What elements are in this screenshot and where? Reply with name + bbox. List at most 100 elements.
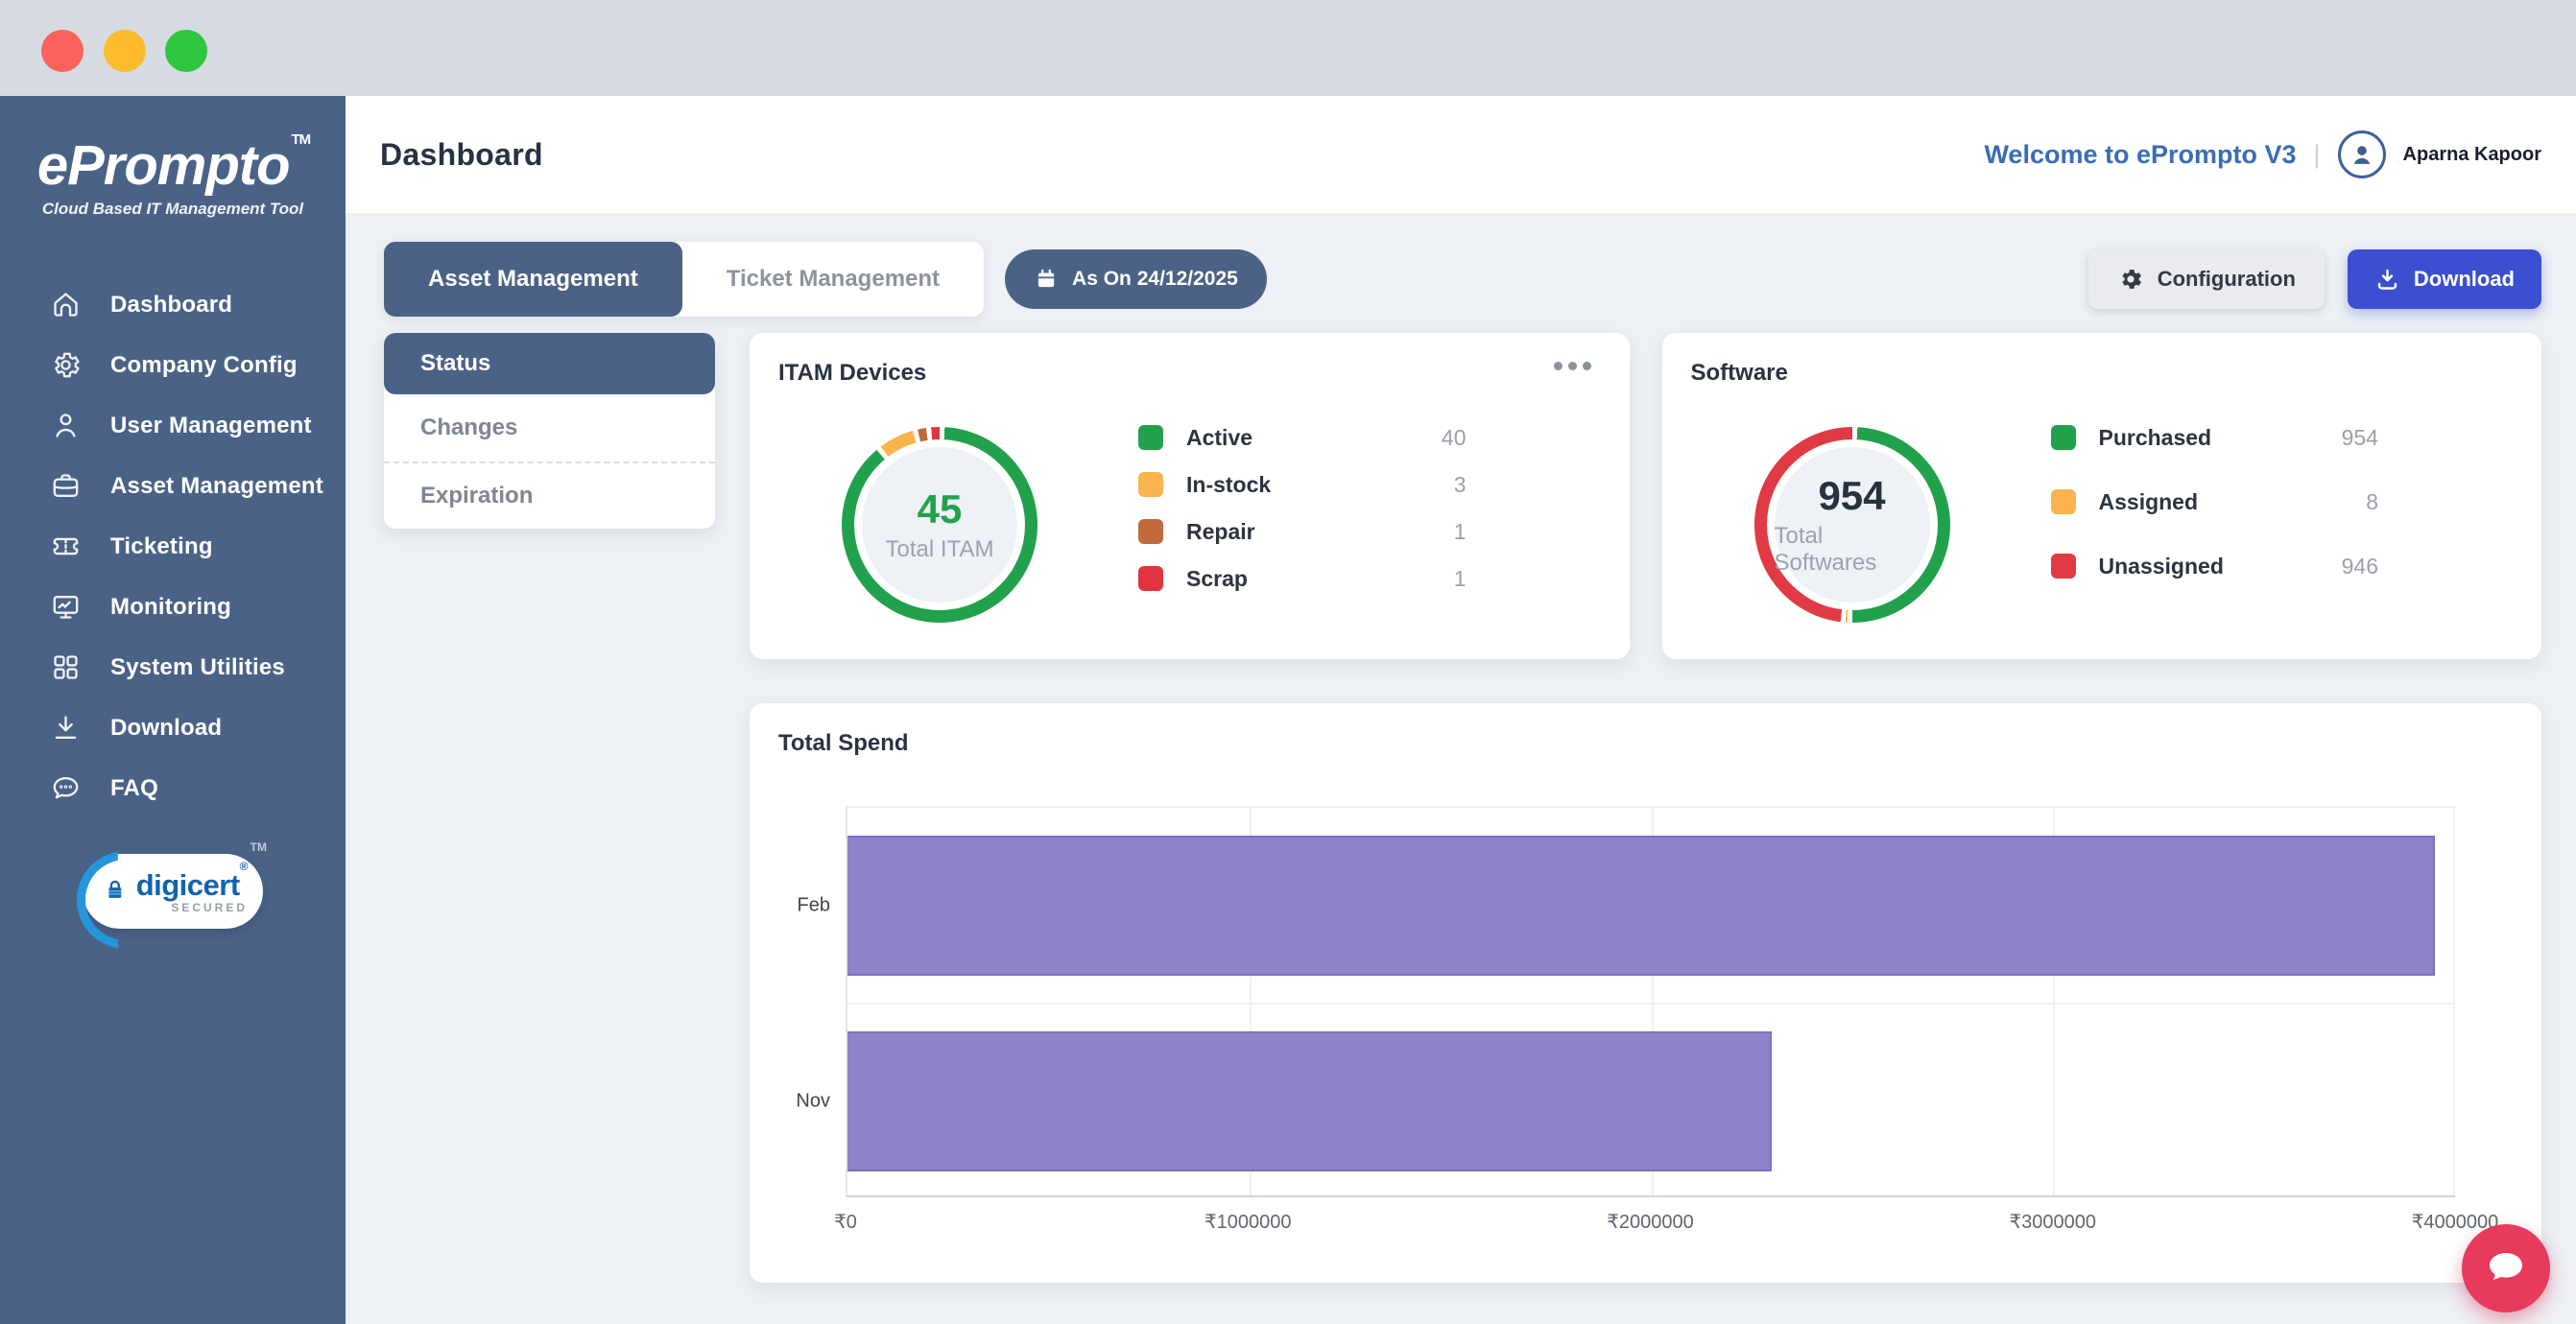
sidebar-item-label: User Management [110, 413, 312, 439]
legend-row: Repair 1 [1138, 519, 1467, 544]
total-spend-card: Total Spend Feb No [750, 703, 2541, 1283]
sidebar-item-label: Dashboard [110, 292, 232, 319]
legend-label: Assigned [2099, 489, 2199, 515]
sidebar-item-label: Asset Management [110, 473, 323, 500]
software-total-value: 954 [1818, 473, 1885, 519]
chat-fab-button[interactable] [2462, 1224, 2550, 1312]
sidebar-item-monitoring[interactable]: Monitoring [0, 577, 346, 637]
page-title: Dashboard [380, 137, 543, 173]
configuration-button[interactable]: Configuration [2088, 249, 2325, 309]
legend-value: 1 [1454, 566, 1467, 592]
subtab-changes[interactable]: Changes [384, 394, 715, 461]
digicert-text: digicert® SECURED [136, 870, 248, 913]
chat-bubble-icon [2483, 1245, 2529, 1291]
chat-icon [50, 772, 82, 804]
sidebar-nav: Dashboard Company Config User Management… [0, 274, 346, 818]
dashboard-grid: Status Changes Expiration ITAM Devices [384, 333, 2541, 1283]
monitor-icon [50, 591, 82, 623]
briefcase-icon [50, 470, 82, 502]
software-legend: Purchased 954 Assigned 8 [2051, 425, 2379, 579]
brand-tagline: Cloud Based IT Management Tool [0, 200, 346, 219]
sidebar-item-user-management[interactable]: User Management [0, 395, 346, 456]
header-right: Welcome to ePrompto V3 | Aparna Kapoor [1984, 130, 2541, 178]
legend-swatch-scrap [1138, 566, 1163, 591]
legend-value: 3 [1454, 472, 1467, 498]
subtab-status[interactable]: Status [384, 333, 715, 394]
page-header: Dashboard Welcome to ePrompto V3 | Aparn… [346, 96, 2576, 213]
sidebar-item-label: Monitoring [110, 594, 231, 621]
configuration-label: Configuration [2158, 267, 2296, 292]
card-title: Software [1691, 360, 1788, 387]
legend-value: 40 [1442, 425, 1467, 451]
bar-feb [847, 836, 2435, 976]
itam-total-label: Total ITAM [886, 536, 994, 563]
sidebar-item-ticketing[interactable]: Ticketing [0, 516, 346, 577]
software-donut-chart: 954 Total Softwares [1754, 427, 1950, 623]
grid-icon [50, 651, 82, 683]
user-icon [50, 410, 82, 441]
main-area: Dashboard Welcome to ePrompto V3 | Aparn… [346, 96, 2576, 1324]
digicert-trademark: TM [250, 840, 267, 854]
download-label: Download [2414, 267, 2515, 292]
tab-ticket-management[interactable]: Ticket Management [682, 242, 984, 317]
sidebar-item-label: Company Config [110, 352, 298, 379]
subtab-expiration[interactable]: Expiration [384, 461, 715, 529]
sidebar-item-dashboard[interactable]: Dashboard [0, 274, 346, 335]
legend-value: 8 [2366, 489, 2378, 515]
x-axis-labels: ₹0 ₹1000000 ₹2000000 ₹3000000 ₹4000000 [846, 1210, 2455, 1239]
itam-donut-center: 45 Total ITAM [862, 447, 1017, 603]
sidebar-item-label: Download [110, 715, 222, 742]
toolbar: Asset Management Ticket Management As On… [384, 242, 2541, 317]
minimize-button[interactable] [104, 30, 146, 72]
x-tick-label: ₹2000000 [1607, 1210, 1694, 1234]
card-title: Total Spend [778, 730, 909, 757]
home-icon [50, 289, 82, 320]
legend-label: Repair [1186, 519, 1255, 545]
header-separator: | [2314, 140, 2321, 170]
sidebar-item-download[interactable]: Download [0, 697, 346, 758]
download-icon [2374, 267, 2400, 293]
legend-swatch-repair [1138, 519, 1163, 544]
download-button[interactable]: Download [2348, 249, 2541, 309]
software-donut-center: 954 Total Softwares [1775, 447, 1930, 603]
total-spend-chart: Feb Nov [846, 806, 2455, 1197]
legend-value: 1 [1454, 519, 1467, 545]
x-tick-label: ₹1000000 [1205, 1210, 1292, 1234]
legend-row: Purchased 954 [2051, 425, 2379, 450]
legend-label: Scrap [1186, 566, 1248, 592]
window-titlebar [0, 0, 2576, 96]
bar-nov [847, 1031, 1772, 1171]
user-avatar[interactable] [2338, 130, 2386, 178]
maximize-button[interactable] [165, 30, 207, 72]
sidebar-item-label: System Utilities [110, 654, 285, 681]
brand-trademark: TM [292, 131, 311, 148]
legend-value: 946 [2342, 554, 2378, 579]
content-area: Asset Management Ticket Management As On… [346, 213, 2576, 1324]
x-tick-label: ₹0 [834, 1210, 857, 1234]
category-label: Nov [771, 1091, 830, 1113]
card-menu-icon[interactable] [1554, 362, 1591, 370]
calendar-icon [1034, 267, 1059, 292]
as-on-date-pill[interactable]: As On 24/12/2025 [1005, 249, 1267, 309]
bar-row-feb: Feb [847, 808, 2455, 1004]
legend-swatch-purchased [2051, 425, 2076, 450]
legend-label: In-stock [1186, 472, 1271, 498]
sidebar-item-company-config[interactable]: Company Config [0, 335, 346, 395]
legend-swatch-unassigned [2051, 554, 2076, 579]
subtab-rail: Status Changes Expiration [384, 333, 715, 529]
category-label: Feb [771, 895, 830, 917]
legend-label: Unassigned [2099, 554, 2224, 579]
lock-icon [104, 872, 127, 910]
sidebar-item-system-utilities[interactable]: System Utilities [0, 637, 346, 697]
sidebar-item-asset-management[interactable]: Asset Management [0, 456, 346, 516]
sidebar-item-label: Ticketing [110, 533, 213, 560]
sidebar-item-faq[interactable]: FAQ [0, 758, 346, 818]
legend-label: Active [1186, 425, 1252, 451]
software-total-label: Total Softwares [1775, 523, 1930, 577]
legend-row: Assigned 8 [2051, 489, 2379, 514]
legend-label: Purchased [2099, 425, 2212, 451]
welcome-text: Welcome to ePrompto V3 [1984, 140, 2296, 170]
close-button[interactable] [41, 30, 83, 72]
tab-asset-management[interactable]: Asset Management [384, 242, 682, 317]
legend-swatch-active [1138, 425, 1163, 450]
